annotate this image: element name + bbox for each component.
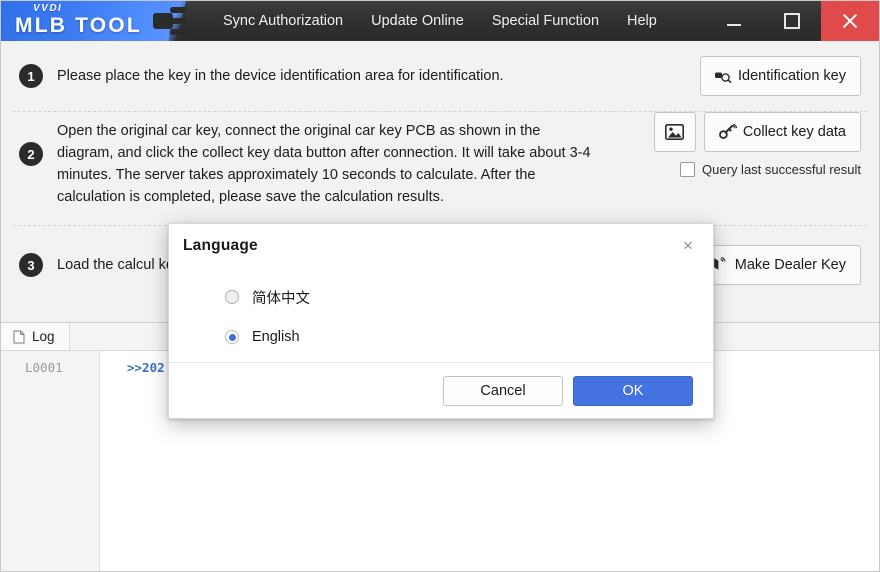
make-dealer-key-label: Make Dealer Key [734,257,846,273]
key-signal-icon [718,124,737,139]
logo-text: VVDI MLB TOOL [15,3,142,37]
log-row-id: L0001 [25,360,63,375]
tab-log[interactable]: Log [1,323,70,350]
dealer-key-icon [713,257,726,270]
minimize-button[interactable] [705,1,763,41]
step-2-text: Open the original car key, connect the o… [57,123,591,206]
minimize-icon [727,24,741,26]
logo-vvdi-text: VVDI [33,3,63,14]
app-logo: VVDI MLB TOOL [1,1,197,41]
step-1-text: Please place the key in the device ident… [57,67,504,84]
identification-key-button[interactable]: Identification key [699,56,861,96]
document-icon [13,330,25,343]
close-button[interactable] [821,1,879,41]
menu-item-help[interactable]: Help [613,1,671,41]
collect-key-data-label: Collect key data [742,124,846,140]
maximize-icon [784,13,800,29]
step-1-button-row: Identification key [699,56,861,96]
step-2-actions: Collect key data Query last successful r… [653,112,861,177]
step-3-actions: Make Dealer Key [696,245,861,285]
language-dialog: Language × 简体中文 English Cancel OK [168,223,714,419]
language-option-english-label: English [252,329,300,345]
step-1: 1 Please place the key in the device ide… [1,41,879,111]
dialog-ok-button[interactable]: OK [573,375,693,406]
identification-key-label: Identification key [737,68,846,84]
connector-plug-icon [153,7,186,35]
show-diagram-button[interactable] [653,112,696,152]
query-last-result-row[interactable]: Query last successful result [680,162,861,177]
app-window: VVDI MLB TOOL Sync Authorization Update … [0,0,880,572]
query-last-result-checkbox[interactable] [680,162,696,177]
image-icon [665,124,685,140]
step-1-badge: 1 [19,64,43,88]
radio-chinese[interactable] [225,290,239,304]
step-2: 2 Open the original car key, connect the… [1,112,879,225]
dialog-footer: Cancel OK [169,362,713,418]
close-icon [841,12,859,30]
step-3-badge: 3 [19,253,43,277]
menu-item-update-online[interactable]: Update Online [357,1,478,41]
language-option-chinese-label: 简体中文 [252,290,310,307]
menu-item-special-function[interactable]: Special Function [478,1,613,41]
title-bar: VVDI MLB TOOL Sync Authorization Update … [1,1,879,41]
collect-key-data-button[interactable]: Collect key data [703,112,861,152]
step-3-button-row: Make Dealer Key [696,245,861,285]
dialog-cancel-button[interactable]: Cancel [443,375,563,406]
dialog-title: Language [183,236,258,254]
window-controls [705,1,879,41]
maximize-button[interactable] [763,1,821,41]
logo-mlb-tool-text: MLB TOOL [15,14,142,37]
make-dealer-key-button[interactable]: Make Dealer Key [696,245,861,285]
step-2-badge: 2 [19,142,43,166]
key-search-icon [714,72,732,83]
step-2-button-row: Collect key data [653,112,861,152]
tab-log-label: Log [32,329,55,344]
dialog-close-icon[interactable]: × [677,235,699,257]
language-option-english[interactable]: English [225,317,713,357]
step-1-actions: Identification key [699,56,861,96]
menu-item-sync-authorization[interactable]: Sync Authorization [209,1,357,41]
query-last-result-label: Query last successful result [702,162,861,177]
menu-bar: Sync Authorization Update Online Special… [209,1,671,41]
radio-english[interactable] [225,330,239,344]
language-option-chinese[interactable]: 简体中文 [225,277,713,317]
dialog-body: 简体中文 English [169,267,713,362]
log-gutter: L0001 [1,351,100,571]
dialog-header: Language × [169,224,713,267]
